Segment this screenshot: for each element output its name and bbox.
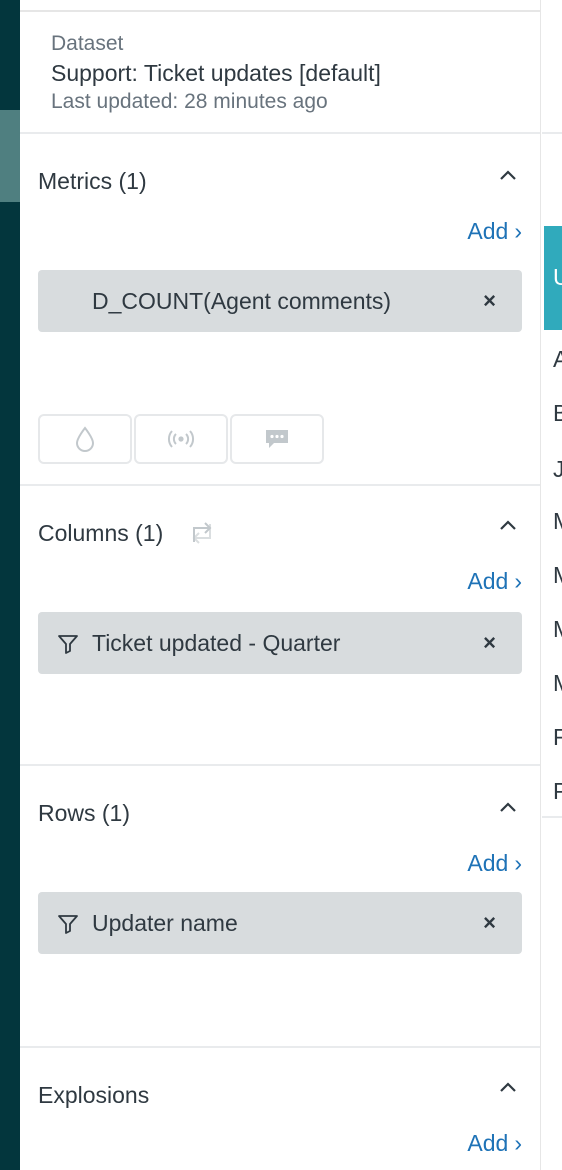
explosions-title: Explosions <box>38 1082 150 1108</box>
filter-icon[interactable] <box>56 632 80 656</box>
top-divider <box>20 10 540 12</box>
results-row-letter: P <box>553 778 562 804</box>
results-row-letter: J <box>553 456 562 482</box>
dataset-last-updated: Last updated: 28 minutes ago <box>51 90 328 113</box>
explosions-add-label: Add <box>467 1130 509 1156</box>
rows-title: Rows (1) <box>38 800 131 826</box>
dataset-label: Dataset <box>51 32 124 55</box>
metric-pill-label: D_COUNT(Agent comments) <box>92 287 392 314</box>
columns-add-label: Add <box>467 568 509 594</box>
rows-add-button[interactable]: Add › <box>467 850 522 877</box>
remove-row-icon[interactable]: × <box>483 910 496 936</box>
section-divider <box>20 484 540 486</box>
results-header-letter: U <box>553 264 562 290</box>
chevron-up-icon[interactable] <box>496 1076 520 1100</box>
results-row-letter: B <box>553 400 562 426</box>
chevron-up-icon[interactable] <box>496 164 520 188</box>
row-pill[interactable]: Updater name × <box>38 892 522 954</box>
drop-icon <box>75 426 95 452</box>
metrics-add-button[interactable]: Add › <box>467 218 522 245</box>
section-divider <box>20 1046 540 1048</box>
left-nav-rail-active-item[interactable] <box>0 110 20 202</box>
results-row-letter: M <box>553 562 562 589</box>
viz-button-chat[interactable] <box>230 414 324 464</box>
columns-add-button[interactable]: Add › <box>467 568 522 595</box>
columns-title: Columns (1) <box>38 520 164 546</box>
chevron-right-icon: › <box>514 1130 522 1156</box>
results-row-letter: F <box>553 724 562 750</box>
remove-metric-icon[interactable]: × <box>483 288 496 314</box>
rows-add-label: Add <box>467 850 509 876</box>
chevron-up-icon[interactable] <box>496 514 520 538</box>
results-divider <box>542 132 562 134</box>
row-pill-label: Updater name <box>92 909 238 936</box>
column-pill-label: Ticket updated - Quarter <box>92 629 341 656</box>
results-row-letter: M <box>553 616 562 643</box>
chevron-right-icon: › <box>514 850 522 876</box>
results-row-letter: A <box>553 346 562 372</box>
metrics-add-label: Add <box>467 218 509 244</box>
chevron-right-icon: › <box>514 568 522 594</box>
visualization-buttons <box>38 414 326 464</box>
metric-pill[interactable]: D_COUNT(Agent comments) × <box>38 270 522 332</box>
dataset-name[interactable]: Support: Ticket updates [default] <box>51 58 381 88</box>
dataset-info: Dataset Support: Ticket updates [default… <box>51 30 381 116</box>
section-divider <box>20 132 540 134</box>
results-row-letter: M <box>553 508 562 535</box>
chevron-right-icon: › <box>514 218 522 244</box>
filter-icon[interactable] <box>56 912 80 936</box>
viz-button-broadcast[interactable] <box>134 414 228 464</box>
chevron-up-icon[interactable] <box>496 796 520 820</box>
remove-column-icon[interactable]: × <box>483 630 496 656</box>
explosions-add-button[interactable]: Add › <box>467 1130 522 1157</box>
broadcast-icon <box>168 430 194 448</box>
results-row-letter: M <box>553 670 562 697</box>
swap-icon[interactable] <box>188 520 216 546</box>
viz-button-drop[interactable] <box>38 414 132 464</box>
column-pill[interactable]: Ticket updated - Quarter × <box>38 612 522 674</box>
section-divider <box>20 764 540 766</box>
results-bottom-border <box>542 816 562 818</box>
metrics-title: Metrics (1) <box>38 168 147 194</box>
chat-icon <box>266 430 288 448</box>
